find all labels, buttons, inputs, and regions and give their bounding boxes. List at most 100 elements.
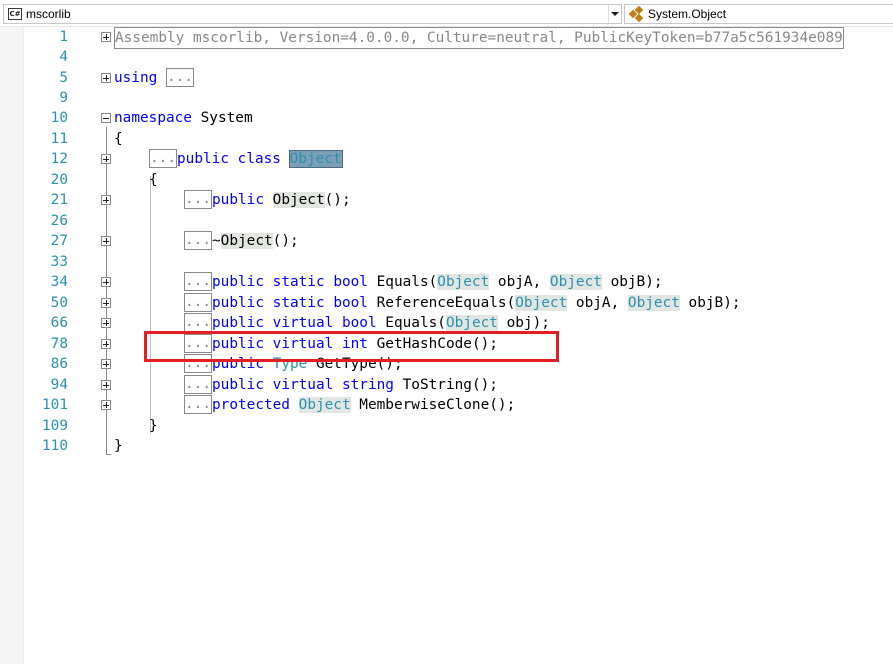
keyword: namespace bbox=[114, 110, 192, 126]
punctuation: (); bbox=[324, 192, 351, 208]
keyword: class bbox=[237, 151, 281, 167]
keyword: static bbox=[272, 295, 325, 311]
line-number: 12 bbox=[50, 151, 68, 167]
keyword: public bbox=[212, 377, 264, 393]
param: objA, bbox=[489, 274, 550, 290]
code-line: 11 { bbox=[0, 129, 893, 149]
code-line: 5 using ... bbox=[0, 68, 893, 88]
expand-icon[interactable] bbox=[101, 195, 111, 205]
member-dropdown[interactable]: System.Object bbox=[624, 4, 893, 24]
expand-icon[interactable] bbox=[101, 32, 111, 42]
keyword: public bbox=[212, 315, 264, 331]
keyword: public bbox=[212, 192, 264, 208]
keyword: public bbox=[212, 274, 264, 290]
method-name: Equals( bbox=[367, 274, 438, 290]
keyword: string bbox=[341, 377, 394, 393]
collapsed-block[interactable]: ... bbox=[149, 149, 177, 168]
line-number: 86 bbox=[50, 356, 68, 372]
selected-class-name[interactable]: Object bbox=[288, 150, 343, 168]
virtual-equals-declaration: ...public virtual bool Equals(Object obj… bbox=[184, 313, 550, 333]
type-reference[interactable]: Object bbox=[515, 295, 568, 311]
expand-icon[interactable] bbox=[101, 318, 111, 328]
tilde: ~ bbox=[212, 233, 221, 249]
method-name: Equals( bbox=[376, 315, 446, 331]
tostring-declaration: ...public virtual string ToString(); bbox=[184, 375, 498, 395]
type-reference[interactable]: Object bbox=[627, 295, 680, 311]
assembly-dropdown[interactable]: C# mscorlib bbox=[3, 4, 622, 24]
type-reference[interactable]: Object bbox=[445, 315, 498, 331]
line-number: 110 bbox=[42, 438, 68, 454]
constructor-name[interactable]: Object bbox=[272, 192, 325, 208]
line-number: 20 bbox=[50, 172, 68, 188]
open-brace: { bbox=[114, 131, 123, 147]
code-line: 50 ...public static bool ReferenceEquals… bbox=[0, 293, 893, 313]
code-line: 110 } bbox=[0, 436, 893, 456]
param: objB); bbox=[679, 295, 741, 311]
keyword: bool bbox=[341, 315, 377, 331]
keyword: virtual bbox=[272, 315, 334, 331]
code-line: 101 ...protected Object MemberwiseClone(… bbox=[0, 395, 893, 415]
code-line: 27 ...~Object(); bbox=[0, 231, 893, 251]
line-number: 26 bbox=[50, 213, 68, 229]
finalizer-declaration: ...~Object(); bbox=[184, 231, 299, 251]
keyword: public bbox=[177, 151, 229, 167]
collapsed-block[interactable]: ... bbox=[184, 190, 212, 209]
type-reference[interactable]: Object bbox=[437, 274, 490, 290]
keyword: using bbox=[114, 70, 158, 86]
navigation-bar: C# mscorlib System.Object bbox=[0, 0, 893, 27]
expand-icon[interactable] bbox=[101, 277, 111, 287]
line-number: 78 bbox=[50, 336, 68, 352]
expand-icon[interactable] bbox=[101, 359, 111, 369]
param: objA, bbox=[567, 295, 628, 311]
collapsed-block[interactable]: ... bbox=[166, 68, 194, 87]
expand-icon[interactable] bbox=[101, 73, 111, 83]
class-icon bbox=[628, 5, 645, 23]
line-number: 11 bbox=[50, 131, 68, 147]
constructor-declaration: ...public Object(); bbox=[184, 190, 351, 210]
chevron-down-icon[interactable] bbox=[608, 5, 621, 23]
finalizer-name[interactable]: Object bbox=[220, 233, 273, 249]
collapsed-block[interactable]: ... bbox=[184, 231, 212, 250]
code-line: 21 ...public Object(); bbox=[0, 190, 893, 210]
line-number: 101 bbox=[42, 397, 68, 413]
csharp-file-icon: C# bbox=[8, 8, 22, 20]
line-number: 1 bbox=[59, 29, 68, 45]
code-line: 12 ...public class Object bbox=[0, 149, 893, 169]
type-reference[interactable]: Object bbox=[298, 397, 351, 413]
param: objB); bbox=[601, 274, 663, 290]
code-line: 4 bbox=[0, 47, 893, 67]
expand-icon[interactable] bbox=[101, 400, 111, 410]
code-line: 33 bbox=[0, 252, 893, 272]
type-reference[interactable]: Object bbox=[549, 274, 602, 290]
collapsed-block[interactable]: ... bbox=[184, 293, 212, 312]
line-number: 94 bbox=[50, 377, 68, 393]
member-dropdown-label: System.Object bbox=[648, 7, 727, 21]
collapsed-block[interactable]: ... bbox=[184, 375, 212, 394]
collapsed-block[interactable]: ... bbox=[184, 395, 212, 414]
keyword: virtual bbox=[272, 377, 334, 393]
class-declaration: ...public class Object bbox=[149, 149, 343, 169]
line-number: 10 bbox=[50, 110, 68, 126]
red-highlight-box bbox=[144, 331, 559, 362]
expand-icon[interactable] bbox=[101, 236, 111, 246]
namespace-name: System bbox=[191, 110, 253, 126]
collapsed-block[interactable]: ... bbox=[184, 272, 212, 291]
code-line: 94 ...public virtual string ToString(); bbox=[0, 375, 893, 395]
method-name: ReferenceEquals( bbox=[367, 295, 516, 311]
keyword: static bbox=[272, 274, 325, 290]
code-line: 109 } bbox=[0, 416, 893, 436]
code-editor[interactable]: 1 Assembly mscorlib, Version=4.0.0.0, Cu… bbox=[0, 27, 893, 664]
code-line: 34 ...public static bool Equals(Object o… bbox=[0, 272, 893, 292]
open-brace: { bbox=[149, 172, 158, 188]
collapse-icon[interactable] bbox=[101, 113, 111, 123]
expand-icon[interactable] bbox=[101, 298, 111, 308]
code-line: 66 ...public virtual bool Equals(Object … bbox=[0, 313, 893, 333]
param: obj); bbox=[497, 315, 550, 331]
expand-icon[interactable] bbox=[101, 154, 111, 164]
namespace-line: namespace System bbox=[114, 108, 253, 128]
keyword: bool bbox=[333, 295, 368, 311]
collapsed-assembly-header[interactable]: Assembly mscorlib, Version=4.0.0.0, Cult… bbox=[114, 27, 844, 49]
collapsed-block[interactable]: ... bbox=[184, 313, 212, 332]
expand-icon[interactable] bbox=[101, 380, 111, 390]
expand-icon[interactable] bbox=[101, 339, 111, 349]
